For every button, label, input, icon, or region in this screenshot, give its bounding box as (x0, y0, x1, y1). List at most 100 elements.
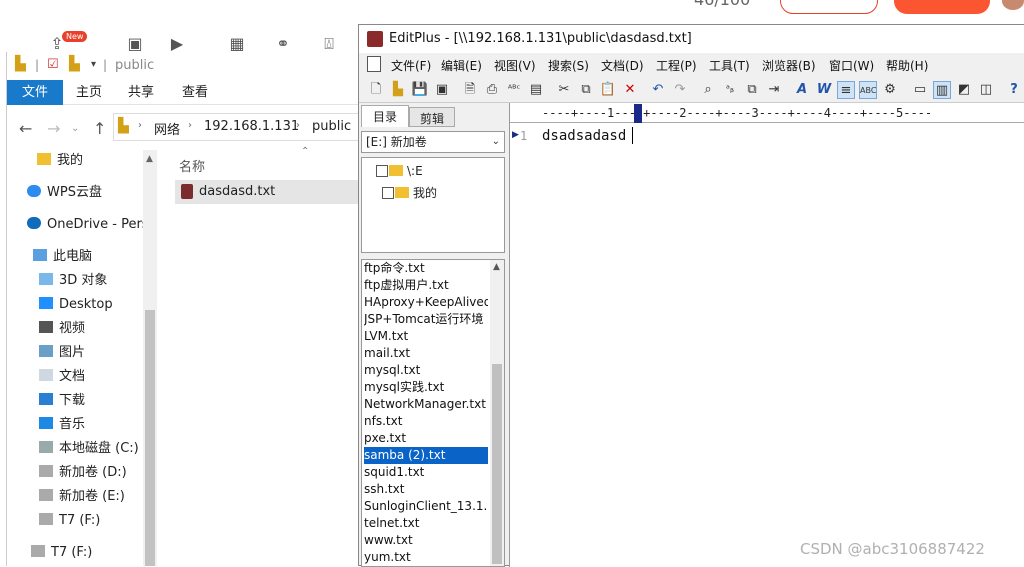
dir-item-mine[interactable]: 我的 (382, 184, 437, 201)
tree-item-mine[interactable]: 我的 (37, 150, 83, 172)
tree-item-videos[interactable]: 视频 (39, 318, 85, 340)
scroll-up-icon[interactable]: ▲ (146, 154, 153, 164)
copy-icon[interactable]: ⧉ (577, 81, 595, 99)
menu-browser[interactable]: 浏览器(B) (762, 57, 816, 74)
inbox-icon[interactable]: ⍍ (316, 34, 342, 53)
tree-item-drive-f[interactable]: T7 (F:) (39, 510, 100, 532)
tab-directory[interactable]: 目录 (361, 105, 409, 127)
tree-item-onedrive[interactable]: OneDrive - Pers (27, 214, 149, 236)
undo-icon[interactable]: ↶ (649, 81, 667, 99)
editor-pane[interactable]: ----+----1----+----2----+----3----+----4… (509, 103, 1024, 567)
drive-select[interactable]: [E:] 新加卷 ⌄ (361, 131, 505, 153)
list-item[interactable]: telnet.txt (364, 515, 488, 532)
tree-item-drive-f-root[interactable]: T7 (F:) (31, 542, 92, 564)
sort-up-icon[interactable]: ⌃ (301, 146, 309, 157)
table-icon[interactable]: ▦ (224, 34, 250, 53)
breadcrumb-network[interactable]: 网络 (154, 119, 180, 138)
list-item[interactable]: ssh.txt (364, 481, 488, 498)
list-item[interactable]: HAproxy+KeepAlived (364, 294, 488, 311)
open-folder-icon[interactable]: ▙ (389, 81, 407, 99)
tree-item-music[interactable]: 音乐 (39, 414, 85, 436)
scroll-up-icon[interactable]: ▲ (493, 262, 500, 272)
chevron-down-icon[interactable]: ▾ (91, 59, 96, 70)
document-icon[interactable] (367, 56, 381, 72)
up-arrow-icon[interactable]: ↑ (93, 119, 106, 138)
list-item[interactable]: ftp虚拟用户.txt (364, 277, 488, 294)
new-file-icon[interactable]: 🗋 (367, 81, 385, 99)
list-item[interactable]: LVM.txt (364, 328, 488, 345)
secondary-pill-button[interactable] (780, 0, 878, 14)
editor-text[interactable]: dsadsadasd (542, 128, 626, 144)
save-all-icon[interactable]: ▣ (433, 81, 451, 99)
tree-item-drive-c[interactable]: 本地磁盘 (C:) (39, 438, 139, 460)
tree-item-drive-d[interactable]: 新加卷 (D:) (39, 462, 127, 484)
menu-project[interactable]: 工程(P) (656, 57, 697, 74)
list-item[interactable]: pxe.txt (364, 430, 488, 447)
ruler-toggle-icon[interactable]: ABC (859, 81, 877, 99)
tab-view[interactable]: 查看 (175, 80, 215, 105)
column-header-name[interactable]: 名称 (179, 156, 205, 175)
link-icon[interactable]: ⚭ (270, 34, 296, 53)
print-preview-icon[interactable]: 🗎 (461, 81, 479, 99)
menu-file[interactable]: 文件(F) (391, 57, 431, 74)
tree-item-pictures[interactable]: 图片 (39, 342, 85, 364)
list-item[interactable]: NetworkManager.txt (364, 396, 488, 413)
word-wrap-icon[interactable]: W (815, 81, 833, 99)
tree-item-desktop[interactable]: Desktop (39, 294, 113, 316)
cliptext-window-icon[interactable]: ▥ (933, 81, 951, 99)
video-icon[interactable]: ▶ (164, 34, 190, 53)
help-icon[interactable]: ? (1005, 81, 1023, 99)
list-item[interactable]: ftp命令.txt (364, 260, 488, 277)
list-item[interactable]: mysql.txt (364, 362, 488, 379)
tree-item-3d[interactable]: 3D 对象 (39, 270, 107, 292)
spell-check-icon[interactable]: ᴬᴮᶜ (505, 81, 523, 99)
tree-item-this-pc[interactable]: 此电脑 (33, 246, 92, 268)
menu-search[interactable]: 搜索(S) (548, 57, 589, 74)
file-row[interactable]: dasdasd.txt (175, 180, 365, 204)
chevron-down-icon[interactable]: ⌄ (492, 132, 500, 152)
dir-item-root[interactable]: \:E (376, 164, 423, 178)
clipboard-icon[interactable]: ▤ (527, 81, 545, 99)
back-arrow-icon[interactable]: ← (19, 119, 32, 138)
print-icon[interactable]: ⎙ (483, 81, 501, 99)
breadcrumb[interactable]: ▙ › 网络 › 192.168.1.131 › public (113, 113, 363, 141)
cut-icon[interactable]: ✂ (555, 81, 573, 99)
list-item[interactable]: SunloginClient_13.1.0 (364, 498, 488, 515)
breadcrumb-share[interactable]: public (312, 119, 351, 134)
tree-item-drive-e[interactable]: 新加卷 (E:) (39, 486, 125, 508)
list-item[interactable]: nfs.txt (364, 413, 488, 430)
delete-icon[interactable]: ✕ (621, 81, 639, 99)
list-item[interactable]: mail.txt (364, 345, 488, 362)
chevron-down-icon[interactable]: ⌄ (71, 123, 79, 134)
directory-window-icon[interactable]: ▭ (911, 81, 929, 99)
tab-cliptext[interactable]: 剪辑 (409, 107, 455, 127)
list-item[interactable]: mysql实践.txt (364, 379, 488, 396)
list-item-selected[interactable]: samba (2).txt (364, 447, 488, 464)
breadcrumb-host[interactable]: 192.168.1.131 (204, 119, 299, 134)
tree-checkbox[interactable] (376, 165, 388, 177)
tab-home[interactable]: 主页 (69, 80, 109, 105)
folder-icon[interactable]: ▙ (69, 56, 80, 72)
tab-share[interactable]: 共享 (121, 80, 161, 105)
menu-tools[interactable]: 工具(T) (709, 57, 750, 74)
tab-file[interactable]: 文件 (7, 80, 63, 105)
tree-item-wps[interactable]: WPS云盘 (27, 182, 102, 204)
font-icon[interactable]: A (793, 81, 811, 99)
redo-icon[interactable]: ↷ (671, 81, 689, 99)
settings-icon[interactable]: ⚙ (881, 81, 899, 99)
primary-pill-button[interactable] (894, 0, 990, 14)
tree-scrollbar-thumb[interactable] (145, 310, 155, 566)
list-item[interactable]: yum.txt (364, 549, 488, 566)
menu-window[interactable]: 窗口(W) (829, 57, 874, 74)
replace-icon[interactable]: ᵃᵦ (721, 81, 739, 99)
find-in-files-icon[interactable]: ⧉ (743, 81, 761, 99)
tree-item-downloads[interactable]: 下载 (39, 390, 85, 412)
checkbox-icon[interactable]: ☑ (47, 57, 59, 72)
forward-arrow-icon[interactable]: → (47, 119, 60, 138)
find-icon[interactable]: ⌕ (699, 81, 717, 99)
browser-icon[interactable]: ◩ (955, 81, 973, 99)
tree-checkbox[interactable] (382, 187, 394, 199)
tree-item-documents[interactable]: 文档 (39, 366, 85, 388)
menu-view[interactable]: 视图(V) (494, 57, 536, 74)
line-number-toggle-icon[interactable]: ≡ (837, 81, 855, 99)
